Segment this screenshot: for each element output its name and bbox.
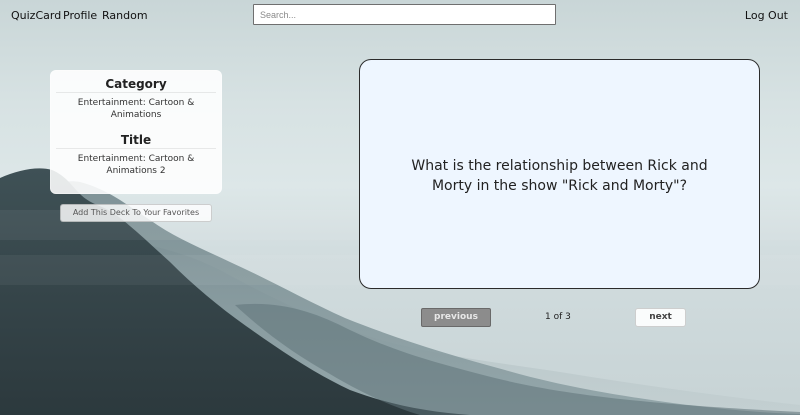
nav-random-link[interactable]: Random — [102, 9, 148, 22]
search-input[interactable] — [253, 4, 556, 25]
title-value: Entertainment: Cartoon & Animations 2 — [77, 154, 195, 176]
next-button[interactable]: next — [635, 308, 686, 327]
deck-info-card: Category Entertainment: Cartoon & Animat… — [50, 70, 222, 194]
divider — [56, 92, 216, 93]
logout-link[interactable]: Log Out — [745, 9, 788, 22]
top-navbar: QuizCard Profile Random Log Out — [0, 0, 800, 30]
add-to-favorites-button[interactable]: Add This Deck To Your Favorites — [60, 204, 212, 222]
flashcard-question-text: What is the relationship between Rick an… — [411, 158, 708, 194]
divider — [56, 148, 216, 149]
previous-button[interactable]: previous — [421, 308, 491, 327]
title-heading: Title — [120, 133, 152, 147]
nav-profile-link[interactable]: Profile — [63, 9, 97, 22]
nav-brand-quizcard[interactable]: QuizCard — [11, 9, 61, 22]
flashcard[interactable]: What is the relationship between Rick an… — [359, 59, 760, 289]
category-heading: Category — [105, 77, 167, 91]
category-value: Entertainment: Cartoon & Animations — [77, 98, 195, 120]
